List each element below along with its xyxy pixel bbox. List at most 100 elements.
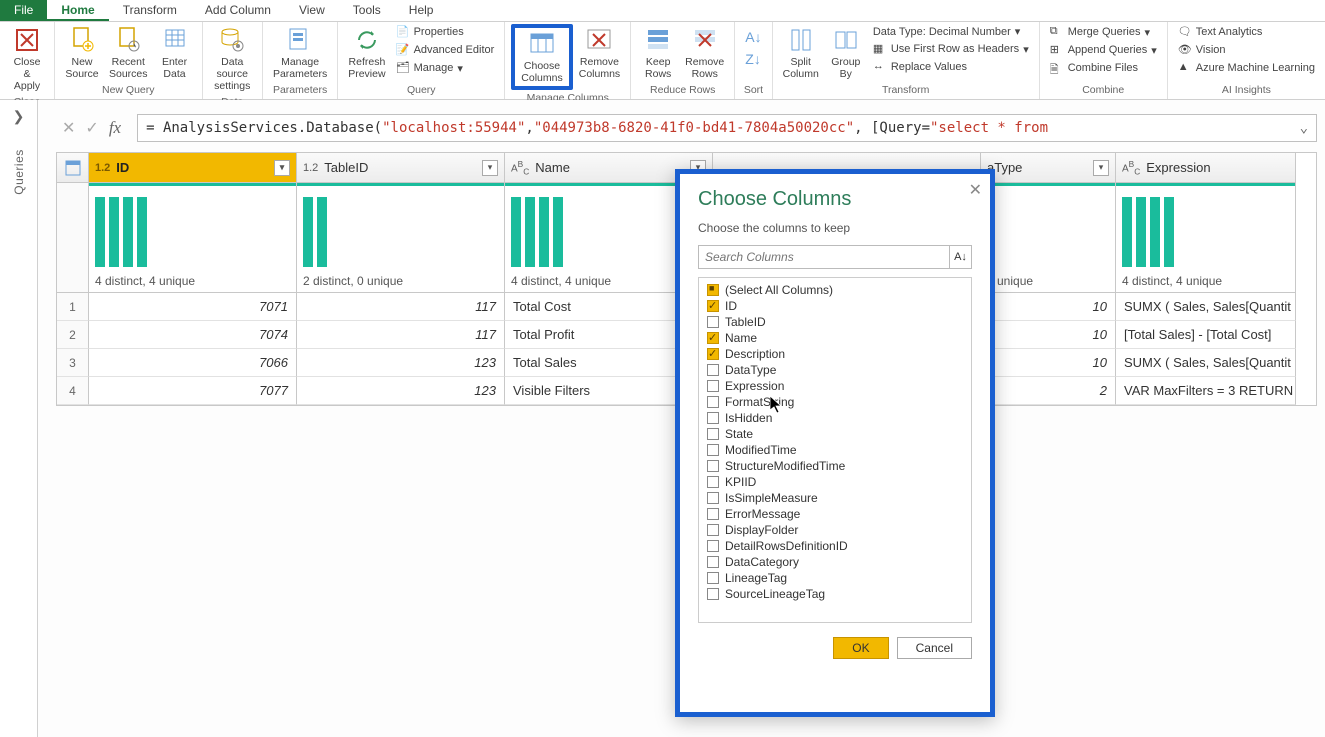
sort-asc-button[interactable]: A↓: [741, 28, 765, 46]
first-row-headers-button[interactable]: ▦Use First Row as Headers ▾: [869, 41, 1033, 57]
tab-help[interactable]: Help: [395, 0, 448, 21]
cell-tableid[interactable]: 117: [297, 293, 505, 321]
fx-icon[interactable]: fx: [109, 118, 121, 138]
checkbox-icon[interactable]: [707, 332, 719, 344]
cell-tableid[interactable]: 123: [297, 377, 505, 405]
sort-columns-button[interactable]: A↓: [950, 245, 972, 269]
column-item[interactable]: StructureModifiedTime: [699, 458, 971, 474]
column-header-expression[interactable]: ABC Expression: [1116, 153, 1296, 183]
vision-button[interactable]: 👁Vision: [1174, 42, 1319, 58]
tab-home[interactable]: Home: [47, 0, 108, 21]
cell-atype[interactable]: 10: [981, 321, 1116, 349]
close-apply-button[interactable]: Close & Apply: [6, 24, 48, 94]
checkbox-icon[interactable]: [707, 524, 719, 536]
cell-atype[interactable]: 10: [981, 293, 1116, 321]
column-item[interactable]: ModifiedTime: [699, 442, 971, 458]
expand-queries-button[interactable]: ❯: [13, 108, 25, 125]
recent-sources-button[interactable]: Recent Sources: [105, 24, 152, 82]
tab-tools[interactable]: Tools: [339, 0, 395, 21]
column-item[interactable]: Name: [699, 330, 971, 346]
merge-queries-button[interactable]: ⧉Merge Queries ▾: [1046, 24, 1161, 40]
tab-file[interactable]: File: [0, 0, 47, 21]
column-item[interactable]: KPIID: [699, 474, 971, 490]
column-item[interactable]: IsHidden: [699, 410, 971, 426]
data-source-settings-button[interactable]: Data source settings: [209, 24, 256, 94]
column-item[interactable]: State: [699, 426, 971, 442]
filter-atype-button[interactable]: ▾: [1093, 160, 1109, 176]
tab-view[interactable]: View: [285, 0, 339, 21]
manage-button[interactable]: 🗂Manage ▾: [392, 60, 499, 76]
cell-atype[interactable]: 2: [981, 377, 1116, 405]
ok-button[interactable]: OK: [833, 637, 888, 659]
column-item[interactable]: TableID: [699, 314, 971, 330]
dialog-close-button[interactable]: ✕: [969, 180, 982, 200]
tab-add-column[interactable]: Add Column: [191, 0, 285, 21]
replace-values-button[interactable]: ↔Replace Values: [869, 59, 1033, 75]
column-item[interactable]: SourceLineageTag: [699, 586, 971, 602]
column-item[interactable]: ErrorMessage: [699, 506, 971, 522]
choose-columns-button[interactable]: Choose Columns: [511, 24, 572, 90]
column-item[interactable]: DataCategory: [699, 554, 971, 570]
checkbox-icon[interactable]: [707, 556, 719, 568]
properties-button[interactable]: 📄Properties: [392, 24, 499, 40]
filter-id-button[interactable]: ▾: [274, 160, 290, 176]
cell-id[interactable]: 7074: [89, 321, 297, 349]
enter-data-button[interactable]: Enter Data: [154, 24, 196, 82]
append-queries-button[interactable]: ⊞Append Queries ▾: [1046, 42, 1161, 58]
column-header-id[interactable]: 1.2 ID ▾: [89, 153, 297, 183]
text-analytics-button[interactable]: 🗨Text Analytics: [1174, 24, 1319, 40]
checkbox-icon[interactable]: [707, 508, 719, 520]
group-by-button[interactable]: Group By: [825, 24, 867, 82]
cell-id[interactable]: 7077: [89, 377, 297, 405]
checkbox-mixed-icon[interactable]: [707, 284, 719, 296]
filter-tableid-button[interactable]: ▾: [482, 160, 498, 176]
column-item[interactable]: DisplayFolder: [699, 522, 971, 538]
cell-expression[interactable]: VAR MaxFilters = 3 RETURN: [1116, 377, 1296, 405]
checkbox-icon[interactable]: [707, 540, 719, 552]
table-corner[interactable]: [57, 153, 89, 183]
remove-rows-button[interactable]: Remove Rows: [681, 24, 728, 82]
checkbox-icon[interactable]: [707, 428, 719, 440]
checkbox-icon[interactable]: [707, 572, 719, 584]
cell-expression[interactable]: SUMX ( Sales, Sales[Quantit: [1116, 349, 1296, 377]
refresh-preview-button[interactable]: Refresh Preview: [344, 24, 389, 82]
cell-tableid[interactable]: 117: [297, 321, 505, 349]
manage-parameters-button[interactable]: Manage Parameters: [269, 24, 331, 82]
checkbox-icon[interactable]: [707, 348, 719, 360]
combine-files-button[interactable]: 🗎Combine Files: [1046, 60, 1161, 76]
remove-columns-button[interactable]: Remove Columns: [575, 24, 624, 82]
column-item[interactable]: ID: [699, 298, 971, 314]
keep-rows-button[interactable]: Keep Rows: [637, 24, 679, 82]
checkbox-icon[interactable]: [707, 460, 719, 472]
tab-transform[interactable]: Transform: [109, 0, 191, 21]
cell-atype[interactable]: 10: [981, 349, 1116, 377]
checkbox-icon[interactable]: [707, 412, 719, 424]
formula-expand-icon[interactable]: ⌄: [1300, 120, 1308, 136]
column-item[interactable]: Description: [699, 346, 971, 362]
column-header-tableid[interactable]: 1.2 TableID ▾: [297, 153, 505, 183]
split-column-button[interactable]: Split Column: [779, 24, 823, 82]
advanced-editor-button[interactable]: 📝Advanced Editor: [392, 42, 499, 58]
cell-id[interactable]: 7071: [89, 293, 297, 321]
column-item[interactable]: DetailRowsDefinitionID: [699, 538, 971, 554]
cell-expression[interactable]: [Total Sales] - [Total Cost]: [1116, 321, 1296, 349]
checkbox-icon[interactable]: [707, 588, 719, 600]
checkbox-icon[interactable]: [707, 300, 719, 312]
cancel-formula-icon[interactable]: ✕: [62, 118, 75, 138]
column-header-atype[interactable]: aType ▾: [981, 153, 1116, 183]
commit-formula-icon[interactable]: ✓: [85, 118, 98, 138]
azure-ml-button[interactable]: ▲Azure Machine Learning: [1174, 60, 1319, 76]
sort-desc-button[interactable]: Z↓: [741, 50, 765, 68]
checkbox-icon[interactable]: [707, 380, 719, 392]
checkbox-icon[interactable]: [707, 444, 719, 456]
column-item[interactable]: DataType: [699, 362, 971, 378]
checkbox-icon[interactable]: [707, 476, 719, 488]
column-item[interactable]: FormatString: [699, 394, 971, 410]
cell-id[interactable]: 7066: [89, 349, 297, 377]
formula-input[interactable]: = AnalysisServices.Database( "localhost:…: [137, 114, 1317, 142]
select-all-item[interactable]: (Select All Columns): [699, 282, 971, 298]
cell-tableid[interactable]: 123: [297, 349, 505, 377]
checkbox-icon[interactable]: [707, 316, 719, 328]
checkbox-icon[interactable]: [707, 396, 719, 408]
cancel-button[interactable]: Cancel: [897, 637, 972, 659]
